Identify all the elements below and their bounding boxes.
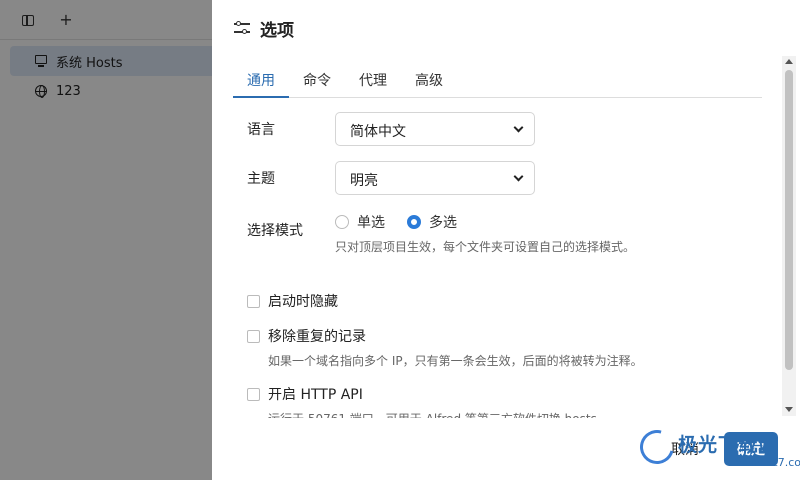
language-value: 简体中文 [350, 124, 406, 140]
vertical-scrollbar[interactable] [782, 56, 796, 416]
scroll-thumb[interactable] [785, 70, 793, 370]
remove-duplicates-hint: 如果一个域名指向多个 IP，只有第一条会生效，后面的将被转为注释。 [268, 354, 643, 368]
hide-on-start-label: 启动时隐藏 [268, 294, 338, 310]
http-api-label: 开启 HTTP API [268, 387, 363, 403]
radio-single-label: 单选 [357, 215, 385, 231]
watermark-text: 极光下载站 [678, 434, 779, 456]
tab-bar: 通用 命令 代理 高级 [233, 62, 762, 98]
theme-select[interactable]: 明亮 [335, 161, 535, 195]
radio-multiple[interactable]: 多选 [407, 212, 457, 232]
hide-on-start-checkbox[interactable] [247, 294, 260, 308]
radio-single-control[interactable] [335, 215, 349, 229]
remove-duplicates-checkbox[interactable] [247, 329, 260, 343]
http-api-checkbox[interactable] [247, 387, 260, 401]
http-api-hint: 运行于 50761 端口，可用于 Alfred 等第三方软件切换 hosts。 [268, 410, 609, 418]
drawer-title: 选项 [260, 20, 294, 41]
options-drawer: 选项 通用 命令 代理 高级 语言 简体中文 主题 明亮 选择模式 单选 多选 [212, 0, 800, 480]
tab-proxy[interactable]: 代理 [345, 62, 401, 98]
language-select[interactable]: 简体中文 [335, 112, 535, 146]
tab-advanced[interactable]: 高级 [401, 62, 457, 98]
language-label: 语言 [247, 122, 275, 138]
tab-commands[interactable]: 命令 [289, 62, 345, 98]
chevron-down-icon [513, 171, 524, 182]
drawer-header: 选项 [234, 16, 294, 41]
watermark: 极光下载站 www.xz7.com [633, 423, 800, 474]
radio-multiple-control[interactable] [407, 215, 421, 229]
scroll-up-arrow-icon[interactable] [785, 59, 793, 64]
http-api-option[interactable]: 开启 HTTP API [247, 384, 363, 404]
chevron-down-icon [513, 122, 524, 133]
selection-mode-hint: 只对顶层项目生效，每个文件夹可设置自己的选择模式。 [335, 240, 636, 254]
remove-duplicates-option[interactable]: 移除重复的记录 [247, 326, 366, 346]
remove-duplicates-label: 移除重复的记录 [268, 329, 366, 345]
radio-single[interactable]: 单选 [335, 212, 385, 232]
scroll-down-arrow-icon[interactable] [785, 407, 793, 412]
selection-mode-label: 选择模式 [247, 223, 303, 239]
hide-on-start-option[interactable]: 启动时隐藏 [247, 291, 338, 311]
radio-multiple-label: 多选 [429, 215, 457, 231]
watermark-url: www.xz7.com [736, 456, 800, 469]
selection-mode-radio-group: 单选 多选 [335, 212, 479, 232]
tab-general[interactable]: 通用 [233, 62, 289, 98]
general-settings: 语言 简体中文 主题 明亮 选择模式 单选 多选 只对顶层项目生效，每个文件夹可… [233, 98, 778, 418]
theme-label: 主题 [247, 171, 275, 187]
sliders-icon [234, 21, 250, 35]
watermark-logo-icon [633, 423, 681, 471]
theme-value: 明亮 [350, 173, 378, 189]
